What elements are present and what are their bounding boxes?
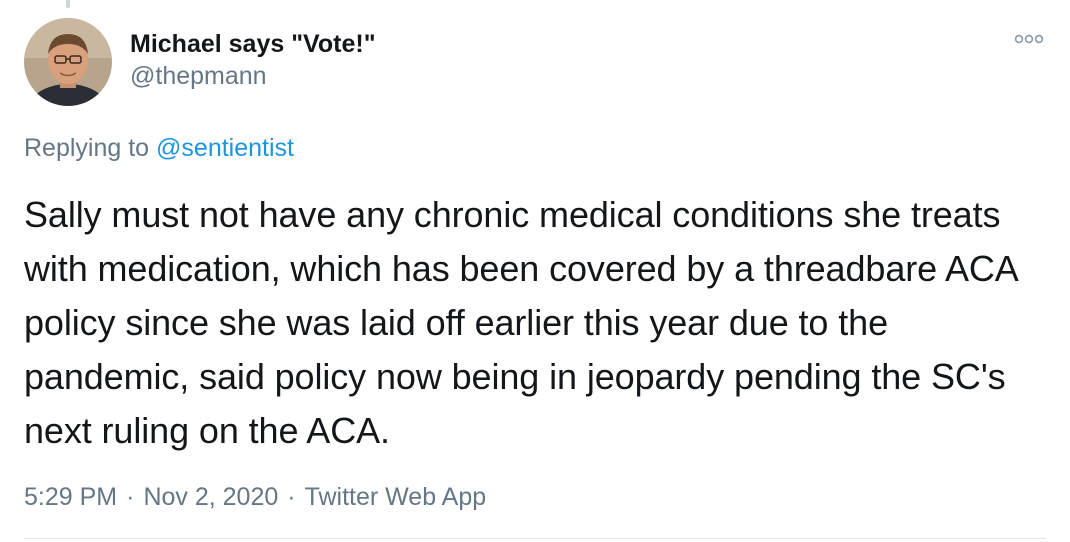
meta-separator: ·: [126, 483, 135, 511]
reply-mention-link[interactable]: @sentientist: [156, 134, 294, 162]
tweet-meta: 5:29 PM · Nov 2, 2020 · Twitter Web App: [24, 481, 486, 513]
tweet-header: Michael says "Vote!" @thepmann: [24, 18, 376, 106]
author-names: Michael says "Vote!" @thepmann: [130, 28, 376, 92]
tweet-text: Sally must not have any chronic medical …: [24, 194, 1017, 451]
thread-connector-line: [66, 0, 70, 8]
avatar[interactable]: [24, 18, 112, 106]
more-horizontal-icon[interactable]: [1012, 28, 1046, 50]
author-display-name[interactable]: Michael says "Vote!": [130, 28, 376, 60]
tweet-source[interactable]: Twitter Web App: [305, 483, 487, 511]
replying-to-line: Replying to @sentientist: [24, 132, 294, 164]
replying-to-prefix: Replying to: [24, 134, 157, 162]
more-dots-graphic: [1014, 34, 1044, 44]
divider: [24, 538, 1046, 539]
tweet-date[interactable]: Nov 2, 2020: [143, 483, 278, 511]
tweet-time[interactable]: 5:29 PM: [24, 483, 117, 511]
meta-separator: ·: [287, 483, 296, 511]
author-handle[interactable]: @thepmann: [130, 60, 376, 92]
avatar-image: [24, 18, 112, 106]
